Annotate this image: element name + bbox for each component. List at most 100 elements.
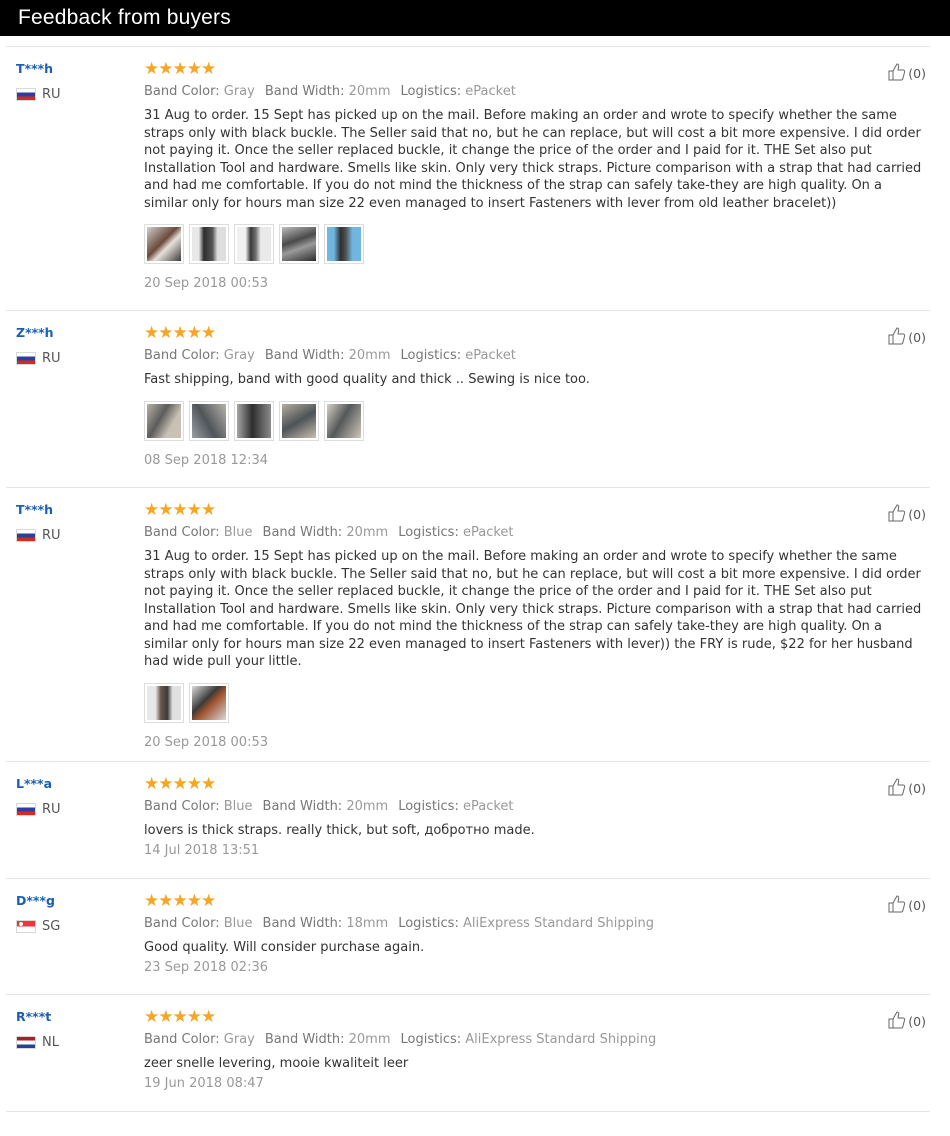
- logistics-info: Logistics: ePacket: [401, 84, 516, 99]
- thumbs-up-icon: [888, 778, 908, 799]
- review-photo-thumbnail[interactable]: [234, 400, 274, 441]
- review-text: 31 Aug to order. 15 Sept has picked up o…: [144, 549, 922, 669]
- review-photo-thumbnail[interactable]: [144, 400, 184, 441]
- review-photo-thumbnail[interactable]: [279, 224, 319, 264]
- logistics-value: AliExpress Standard Shipping: [462, 916, 654, 931]
- order-info: Band Color: Gray Band Width: 20mm Logistic…: [144, 83, 906, 101]
- country-code: RU: [42, 802, 61, 817]
- band-width-value: 20mm: [348, 348, 391, 363]
- band-width-value: 20mm: [348, 1032, 391, 1047]
- reviewer-name[interactable]: R***t: [16, 1009, 51, 1024]
- review-text: zeer snelle levering, mooie kwaliteit le…: [144, 1056, 409, 1071]
- helpful-button[interactable]: (0): [888, 327, 926, 348]
- helpful-count: (0): [908, 330, 926, 345]
- band-color-label: Band Color:: [144, 84, 220, 99]
- order-info: Band Color: Blue Band Width: 20mm Logistic…: [144, 798, 906, 816]
- review-photo-thumbnail[interactable]: [144, 682, 184, 723]
- band-width-label: Band Width:: [264, 348, 345, 363]
- review-photo-thumbnail[interactable]: [189, 400, 229, 441]
- band-width-label: Band Width:: [262, 799, 343, 814]
- reviewer-name[interactable]: T***h: [16, 61, 53, 76]
- helpful-button[interactable]: (0): [888, 778, 926, 799]
- feedback-header: Feedback from buyers: [0, 0, 950, 36]
- review-photo-thumbnail[interactable]: [189, 682, 229, 723]
- band-width-info: Band Width: 20mm: [265, 84, 391, 99]
- reviewer-name[interactable]: T***h: [16, 502, 53, 517]
- logistics-label: Logistics:: [400, 84, 462, 99]
- band-width-value: 18mm: [346, 916, 389, 931]
- review-photo: [327, 403, 361, 438]
- band-color-value: Gray: [223, 84, 255, 99]
- review-photo: [282, 403, 316, 438]
- band-width-label: Band Width:: [262, 916, 343, 931]
- review-photo-thumbnail[interactable]: [144, 224, 184, 264]
- country-flag-icon: [16, 88, 36, 101]
- band-color-value: Gray: [223, 1032, 255, 1047]
- reviewer-country: RU: [16, 351, 61, 366]
- band-color-info: Band Color: Blue: [144, 525, 253, 540]
- band-width-value: 20mm: [346, 525, 389, 540]
- review-photo: [192, 685, 226, 720]
- country-flag-icon: [16, 529, 36, 542]
- band-width-label: Band Width:: [264, 84, 345, 99]
- band-color-value: Gray: [223, 348, 255, 363]
- thumbs-up-icon: [888, 63, 908, 84]
- review-photo-thumbnail[interactable]: [234, 224, 274, 264]
- review-photo: [237, 227, 271, 261]
- helpful-count: (0): [908, 898, 926, 913]
- helpful-button[interactable]: (0): [888, 504, 926, 525]
- review-content: ★★★★★ Band Color: Gray Band Width: 20mm Log…: [144, 59, 921, 291]
- band-width-label: Band Width:: [262, 525, 343, 540]
- review-photo: [192, 227, 226, 261]
- review-content: ★★★★★ Band Color: Blue Band Width: 20mm Log…: [144, 774, 906, 858]
- logistics-info: Logistics: ePacket: [398, 799, 513, 814]
- rating-stars: ★★★★★: [144, 500, 216, 520]
- feedback-item: Z***h RU ★★★★★ Band Color: Gray Band Width: …: [6, 310, 930, 488]
- review-date: 23 Sep 2018 02:36: [144, 959, 268, 975]
- reviewer-name[interactable]: L***a: [16, 776, 52, 791]
- reviewer-country: RU: [16, 528, 61, 543]
- review-photo-thumbnail[interactable]: [324, 400, 364, 441]
- logistics-info: Logistics: AliExpress Standard Shipping: [398, 916, 654, 931]
- band-color-value: Blue: [223, 525, 253, 540]
- rating-stars: ★★★★★: [144, 891, 216, 911]
- order-info: Band Color: Blue Band Width: 20mm Logistic…: [144, 524, 906, 542]
- feedback-item: R***t NL ★★★★★ Band Color: Gray Band Width: …: [6, 994, 930, 1112]
- helpful-count: (0): [908, 66, 926, 81]
- review-photos: [144, 224, 906, 264]
- helpful-count: (0): [908, 781, 926, 796]
- reviewer-name[interactable]: Z***h: [16, 325, 54, 340]
- country-code: RU: [42, 87, 61, 102]
- helpful-button[interactable]: (0): [888, 63, 926, 84]
- helpful-button[interactable]: (0): [888, 895, 926, 916]
- feedback-item: T***h RU ★★★★★ Band Color: Gray Band Width: …: [6, 46, 930, 311]
- logistics-info: Logistics: ePacket: [401, 348, 516, 363]
- country-flag-icon: [16, 803, 36, 816]
- review-date: 14 Jul 2018 13:51: [144, 842, 260, 858]
- review-photo: [237, 403, 271, 438]
- band-color-label: Band Color:: [144, 525, 220, 540]
- reviewer-name[interactable]: D***g: [16, 893, 55, 908]
- order-info: Band Color: Blue Band Width: 18mm Logistic…: [144, 915, 906, 933]
- review-photo-thumbnail[interactable]: [189, 224, 229, 264]
- review-text: 31 Aug to order. 15 Sept has picked up o…: [144, 108, 922, 211]
- helpful-button[interactable]: (0): [888, 1011, 926, 1032]
- logistics-value: ePacket: [462, 525, 514, 540]
- review-date: 08 Sep 2018 12:34: [144, 452, 268, 468]
- review-photo-thumbnail[interactable]: [324, 224, 364, 264]
- review-date: 20 Sep 2018 00:53: [144, 276, 268, 291]
- band-color-label: Band Color:: [144, 916, 220, 931]
- feedback-item: T***h RU ★★★★★ Band Color: Blue Band Width: …: [6, 487, 930, 762]
- review-photo: [282, 227, 316, 261]
- band-color-value: Blue: [223, 799, 253, 814]
- logistics-label: Logistics:: [398, 525, 459, 540]
- band-width-label: Band Width:: [264, 1032, 345, 1047]
- feedback-title: Feedback from buyers: [18, 6, 231, 29]
- band-width-info: Band Width: 20mm: [265, 348, 391, 363]
- logistics-value: ePacket: [462, 799, 514, 814]
- reviewer-country: NL: [16, 1035, 59, 1050]
- logistics-value: ePacket: [465, 348, 516, 363]
- country-flag-icon: [16, 352, 36, 365]
- review-photo-thumbnail[interactable]: [279, 400, 319, 441]
- band-color-label: Band Color:: [144, 348, 220, 363]
